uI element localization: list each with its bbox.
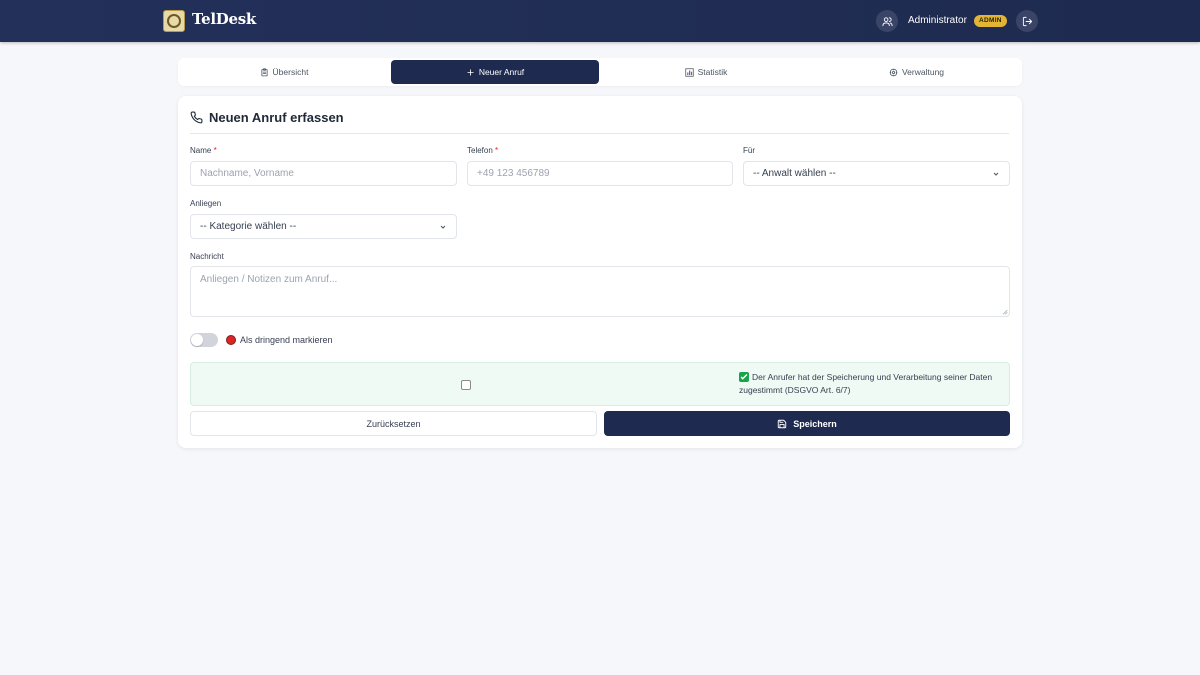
message-textarea[interactable]: Anliegen / Notizen zum Anruf... xyxy=(190,266,1010,317)
chevron-down-icon xyxy=(993,172,999,176)
resize-handle-icon[interactable] xyxy=(1001,308,1008,315)
tab-neuer-anruf[interactable]: Neuer Anruf xyxy=(391,60,599,84)
brand-name: TelDesk xyxy=(192,10,256,28)
phone-label: Telefon * xyxy=(467,146,499,155)
category-select[interactable]: -- Kategorie wählen -- xyxy=(190,214,457,239)
plus-icon xyxy=(467,69,474,75)
name-input[interactable]: Nachname, Vorname xyxy=(190,161,457,186)
reset-button[interactable]: Zurücksetzen xyxy=(190,411,597,436)
new-call-form: Neuen Anruf erfassen Name * Nachname, Vo… xyxy=(178,96,1022,448)
lawyer-select[interactable]: -- Anwalt wählen -- xyxy=(743,161,1010,186)
consent-box: Der Anrufer hat der Speicherung und Vera… xyxy=(190,362,1010,406)
tab-statistik[interactable]: Statistik xyxy=(602,60,810,84)
save-button[interactable]: Speichern xyxy=(604,411,1010,436)
chevron-down-icon xyxy=(440,225,446,229)
for-label: Für xyxy=(743,146,755,155)
divider xyxy=(190,133,1009,134)
name-label: Name * xyxy=(190,146,217,155)
user-name: Administrator xyxy=(908,15,967,26)
consent-label: Der Anrufer hat der Speicherung und Vera… xyxy=(739,372,993,395)
top-bar: TelDesk Administrator ADMIN xyxy=(0,0,1200,42)
phone-input[interactable]: +49 123 456789 xyxy=(467,161,733,186)
urgent-dot-icon xyxy=(226,335,236,345)
gear-icon xyxy=(889,68,898,76)
bar-chart-icon xyxy=(684,67,694,77)
consent-checkbox[interactable] xyxy=(461,380,471,390)
logout-icon xyxy=(1022,16,1032,26)
logo-icon xyxy=(163,10,185,32)
tab-verwaltung[interactable]: Verwaltung xyxy=(813,60,1020,84)
tab-uebersicht[interactable]: Übersicht xyxy=(180,60,388,84)
urgent-toggle[interactable] xyxy=(190,333,218,347)
message-label: Nachricht xyxy=(190,252,224,261)
role-badge: ADMIN xyxy=(974,15,1007,27)
main-tabs: Übersicht Neuer Anruf Statistik Verwaltu… xyxy=(178,58,1022,86)
save-icon xyxy=(778,419,787,428)
clipboard-icon xyxy=(261,67,268,76)
logout-button[interactable] xyxy=(1016,10,1038,32)
check-icon xyxy=(739,372,749,382)
phone-icon xyxy=(190,111,203,124)
concern-label: Anliegen xyxy=(190,199,222,208)
urgent-label: Als dringend markieren xyxy=(240,335,333,345)
user-icon[interactable] xyxy=(876,10,898,32)
form-title: Neuen Anruf erfassen xyxy=(190,110,344,125)
